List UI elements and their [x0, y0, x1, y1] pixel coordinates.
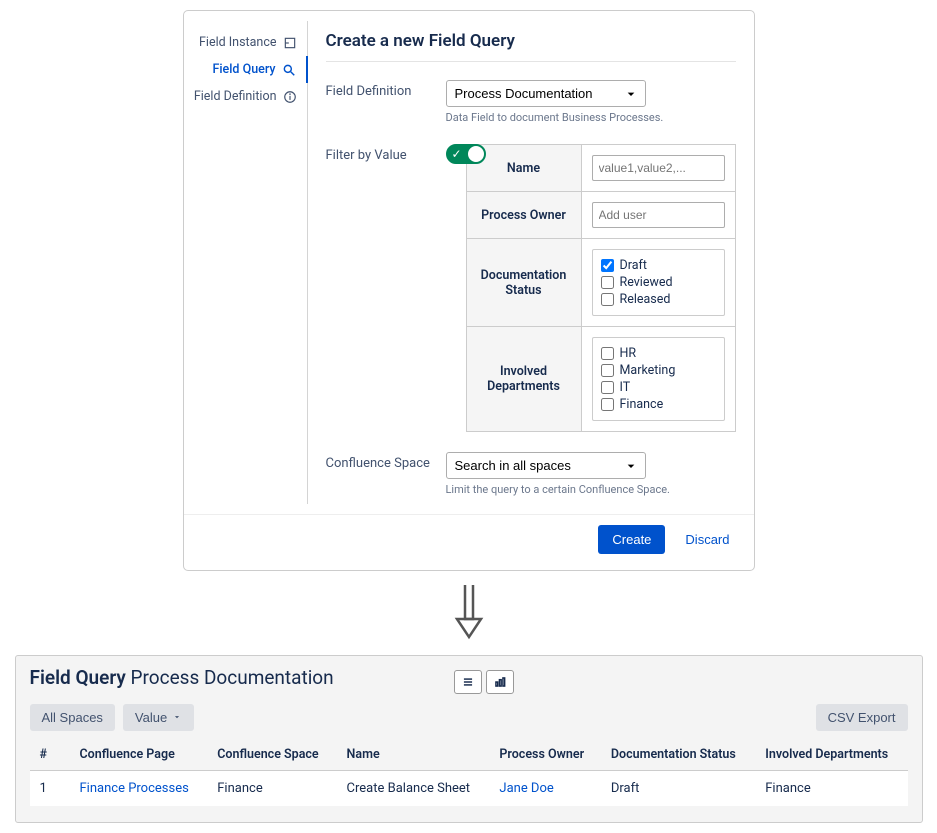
confluence-space-hint: Limit the query to a certain Confluence …: [446, 483, 736, 496]
create-button[interactable]: Create: [598, 525, 665, 554]
dept-finance-checkbox[interactable]: [601, 398, 614, 411]
status-reviewed-checkbox[interactable]: [601, 276, 614, 289]
status-draft-checkbox[interactable]: [601, 259, 614, 272]
dept-marketing-checkbox[interactable]: [601, 364, 614, 377]
col-space: Confluence Space: [207, 739, 336, 771]
status-released-checkbox[interactable]: [601, 293, 614, 306]
sidebar-item-label: Field Query: [212, 62, 275, 77]
filter-by-value-label: Filter by Value: [326, 144, 446, 163]
filter-name-input[interactable]: [592, 155, 725, 181]
filter-process-owner-label: Process Owner: [466, 192, 581, 239]
col-num: #: [30, 739, 70, 771]
results-panel: Field Query Process Documentation All Sp…: [15, 655, 923, 823]
chevron-down-icon: [172, 710, 182, 725]
field-definition-label: Field Definition: [326, 80, 446, 99]
sidebar-item-field-instance[interactable]: Field Instance: [184, 29, 307, 56]
toggle-knob: [467, 145, 485, 163]
discard-button[interactable]: Discard: [679, 531, 735, 548]
filter-table: Name Process Owner Documentation Status: [466, 144, 736, 432]
chart-view-button[interactable]: [486, 670, 514, 694]
table-row: 1 Finance Processes Finance Create Balan…: [30, 771, 908, 807]
info-icon: [283, 90, 297, 104]
create-field-query-modal: Field Instance Field Query Field Definit…: [183, 10, 755, 571]
value-filter[interactable]: Value: [123, 704, 194, 731]
modal-main: Create a new Field Query Field Definitio…: [308, 21, 754, 504]
sidebar-item-field-definition[interactable]: Field Definition: [184, 83, 307, 110]
sidebar-item-field-query[interactable]: Field Query: [184, 56, 308, 83]
field-definition-hint: Data Field to document Business Processe…: [446, 111, 736, 124]
box-icon: [283, 36, 297, 50]
csv-export-button[interactable]: CSV Export: [816, 704, 908, 731]
divider: [326, 61, 736, 62]
results-table: # Confluence Page Confluence Space Name …: [30, 739, 908, 806]
sidebar-item-label: Field Instance: [199, 35, 276, 50]
col-depts: Involved Departments: [755, 739, 907, 771]
col-page: Confluence Page: [70, 739, 208, 771]
field-definition-select[interactable]: Process Documentation: [446, 80, 646, 107]
modal-title: Create a new Field Query: [326, 31, 736, 51]
confluence-space-select[interactable]: Search in all spaces: [446, 452, 646, 479]
modal-sidebar: Field Instance Field Query Field Definit…: [184, 21, 308, 504]
all-spaces-filter[interactable]: All Spaces: [30, 704, 115, 731]
filter-process-owner-input[interactable]: [592, 202, 725, 228]
filter-documentation-status-label: Documentation Status: [466, 239, 581, 327]
results-title: Field Query Process Documentation: [30, 666, 334, 689]
list-view-button[interactable]: [454, 670, 482, 694]
filter-involved-departments-label: Involved Departments: [466, 327, 581, 432]
col-status: Documentation Status: [601, 739, 755, 771]
col-owner: Process Owner: [489, 739, 600, 771]
checkmark-icon: ✓: [452, 147, 462, 161]
page-link[interactable]: Finance Processes: [80, 781, 189, 796]
dept-hr-checkbox[interactable]: [601, 347, 614, 360]
search-icon: [282, 63, 296, 77]
col-name: Name: [337, 739, 490, 771]
sidebar-item-label: Field Definition: [194, 89, 277, 104]
confluence-space-label: Confluence Space: [326, 452, 446, 471]
dept-it-checkbox[interactable]: [601, 381, 614, 394]
arrow-down-icon: [449, 583, 489, 643]
filter-by-value-toggle[interactable]: ✓: [446, 144, 486, 164]
owner-link[interactable]: Jane Doe: [499, 781, 553, 796]
